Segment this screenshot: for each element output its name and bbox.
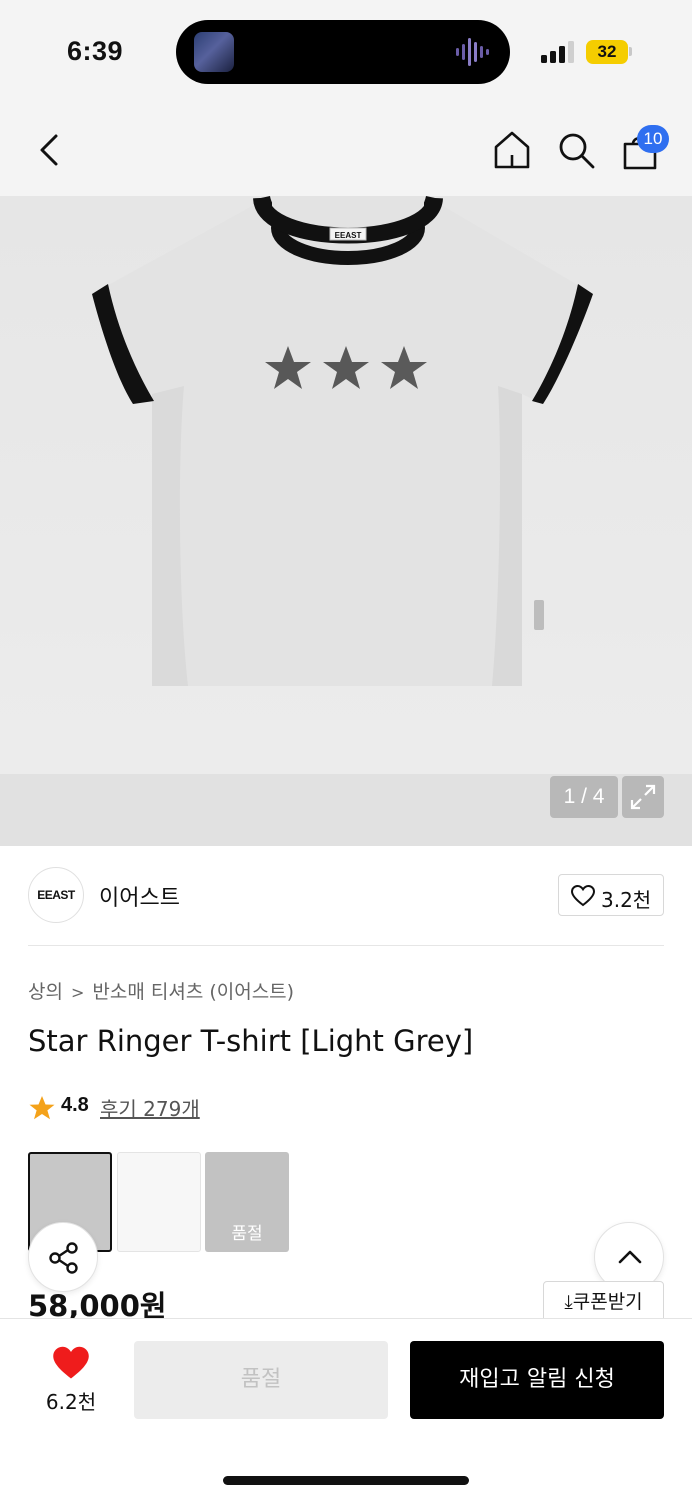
- brand-logo[interactable]: EEAST: [28, 867, 84, 923]
- signal-icon: [541, 41, 574, 63]
- coupon-button[interactable]: ⤓쿠폰받기: [543, 1281, 664, 1323]
- review-link[interactable]: 후기 279개: [100, 1093, 200, 1122]
- heart-filled-icon: [53, 1346, 89, 1379]
- status-time: 6:39: [67, 36, 124, 66]
- search-icon[interactable]: [554, 128, 598, 172]
- soldout-button[interactable]: 품절: [134, 1341, 388, 1419]
- coupon-label: 쿠폰받기: [572, 1291, 643, 1313]
- expand-icon: [630, 784, 656, 810]
- back-icon[interactable]: [32, 128, 68, 172]
- breadcrumb-subcategory[interactable]: 반소매 티셔츠 (이어스트): [92, 981, 294, 1003]
- wishlist-count: 6.2천: [45, 1390, 97, 1414]
- share-button[interactable]: [28, 1222, 98, 1292]
- chevron-up-icon: [618, 1250, 642, 1264]
- star-icon: [29, 1096, 55, 1120]
- chevron-right-icon: >: [70, 983, 85, 1002]
- image-counter: 1 / 4: [550, 776, 618, 818]
- breadcrumb-category[interactable]: 상의: [28, 981, 63, 1003]
- top-navigation: [0, 100, 692, 196]
- share-icon: [49, 1242, 78, 1274]
- home-indicator[interactable]: [223, 1476, 469, 1485]
- divider: [28, 945, 664, 946]
- dynamic-island[interactable]: [176, 20, 510, 84]
- neck-label-text: EEAST: [335, 231, 362, 240]
- brand-logo-text: EEAST: [37, 888, 75, 902]
- status-bar: 6:39 32: [0, 0, 692, 100]
- battery-indicator: 32: [586, 40, 628, 64]
- rating-value: 4.8: [61, 1094, 89, 1116]
- download-icon: ⤓: [564, 1291, 573, 1313]
- brand-like-button[interactable]: 3.2천: [558, 874, 664, 916]
- battery-tip: [629, 47, 632, 56]
- product-image-tshirt[interactable]: EEAST: [88, 196, 608, 692]
- product-title: Star Ringer T-shirt [Light Grey]: [28, 1024, 474, 1058]
- swatch-white[interactable]: [117, 1152, 201, 1252]
- restock-alert-button[interactable]: 재입고 알림 신청: [410, 1341, 664, 1419]
- cart-count-badge: 10: [637, 125, 669, 153]
- audio-wave-icon: [456, 38, 489, 66]
- breadcrumb: 상의 > 반소매 티셔츠 (이어스트): [28, 977, 294, 1004]
- swatch-soldout-label: 품절: [231, 1224, 263, 1244]
- brand-name[interactable]: 이어스트: [99, 880, 180, 912]
- home-icon[interactable]: [490, 128, 534, 172]
- heart-outline-icon: [571, 885, 595, 907]
- wishlist-button[interactable]: 6.2천: [36, 1344, 106, 1414]
- expand-image-button[interactable]: [622, 776, 664, 818]
- brand-like-count: 3.2천: [601, 888, 652, 912]
- swatch-soldout[interactable]: 품절: [205, 1152, 289, 1252]
- now-playing-artwork: [194, 32, 234, 72]
